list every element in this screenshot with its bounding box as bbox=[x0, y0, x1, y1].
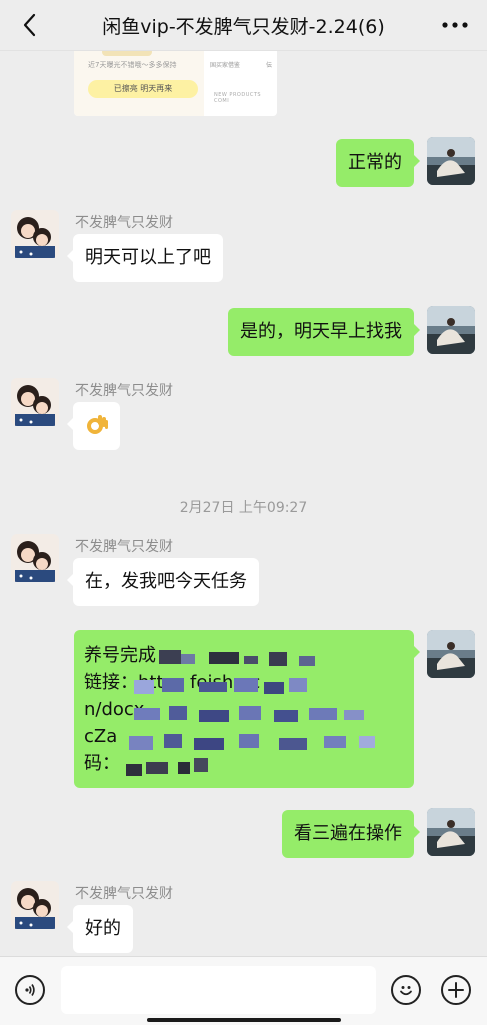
ok-hand-emoji-icon bbox=[87, 415, 108, 434]
home-indicator bbox=[147, 1018, 341, 1022]
emoji-button[interactable] bbox=[391, 975, 421, 1005]
message-bubble-other[interactable]: 好的 bbox=[67, 905, 133, 953]
voice-icon bbox=[25, 984, 35, 996]
my-avatar[interactable] bbox=[427, 137, 475, 185]
plus-button[interactable] bbox=[441, 975, 471, 1005]
contact-avatar[interactable] bbox=[11, 534, 59, 582]
timestamp: 2月27日 上午09:27 bbox=[179, 500, 308, 516]
message-bubble-self[interactable]: 看三遍在操作 bbox=[282, 810, 420, 858]
card-right-text-2: 伝 bbox=[266, 62, 273, 69]
voice-button[interactable] bbox=[15, 975, 45, 1005]
my-avatar[interactable] bbox=[427, 306, 475, 354]
message-bubble-self[interactable]: 正常的 bbox=[336, 139, 420, 187]
message-bubble-other[interactable] bbox=[67, 402, 120, 450]
input-bar bbox=[0, 956, 487, 1025]
card-left-panel: 近7天曝光不错哦～多多保持 已擦亮 明天再来 bbox=[74, 51, 204, 116]
message-bubble-other[interactable]: 在，发我吧今天任务 bbox=[67, 558, 259, 606]
message-bubble-self-link[interactable]: 养号完成 链接：https feishu.c n/docx cZa 码： bbox=[74, 630, 420, 788]
chat-title: 闲鱼vip-不发脾气只发财-2.24(6) bbox=[102, 15, 385, 38]
more-dots-icon bbox=[442, 22, 468, 28]
shared-image-card[interactable]: 近7天曝光不错哦～多多保持 已擦亮 明天再来 国买家借鉴 伝 NEW PRODU… bbox=[74, 51, 277, 116]
message-input[interactable] bbox=[61, 966, 376, 1014]
card-text: 近7天曝光不错哦～多多保持 bbox=[88, 61, 177, 69]
redaction-mosaic bbox=[74, 630, 414, 788]
card-right-text: 国买家借鉴 bbox=[210, 62, 241, 69]
my-avatar[interactable] bbox=[427, 630, 475, 678]
contact-avatar[interactable] bbox=[11, 378, 59, 426]
message-bubble-self[interactable]: 是的，明天早上找我 bbox=[228, 308, 420, 356]
card-button: 已擦亮 明天再来 bbox=[88, 80, 198, 98]
message-bubble-other[interactable]: 明天可以上了吧 bbox=[67, 234, 223, 282]
contact-avatar[interactable] bbox=[11, 210, 59, 258]
plus-icon bbox=[448, 982, 464, 998]
card-right-caption: NEW PRODUCTS COMI bbox=[214, 92, 262, 104]
back-button[interactable] bbox=[14, 10, 44, 40]
contact-avatar[interactable] bbox=[11, 881, 59, 929]
more-button[interactable] bbox=[437, 10, 473, 40]
my-avatar[interactable] bbox=[427, 808, 475, 856]
sender-name: 不发脾气只发财 bbox=[75, 383, 173, 399]
emoji-icon bbox=[400, 986, 412, 996]
card-top-bar bbox=[102, 51, 152, 56]
sender-name: 不发脾气只发财 bbox=[75, 539, 173, 555]
sender-name: 不发脾气只发财 bbox=[75, 215, 173, 231]
message-list[interactable]: 近7天曝光不错哦～多多保持 已擦亮 明天再来 国买家借鉴 伝 NEW PRODU… bbox=[0, 51, 487, 956]
chat-header: 闲鱼vip-不发脾气只发财-2.24(6) bbox=[0, 0, 487, 51]
sender-name: 不发脾气只发财 bbox=[75, 886, 173, 902]
chevron-left-icon bbox=[23, 13, 36, 37]
